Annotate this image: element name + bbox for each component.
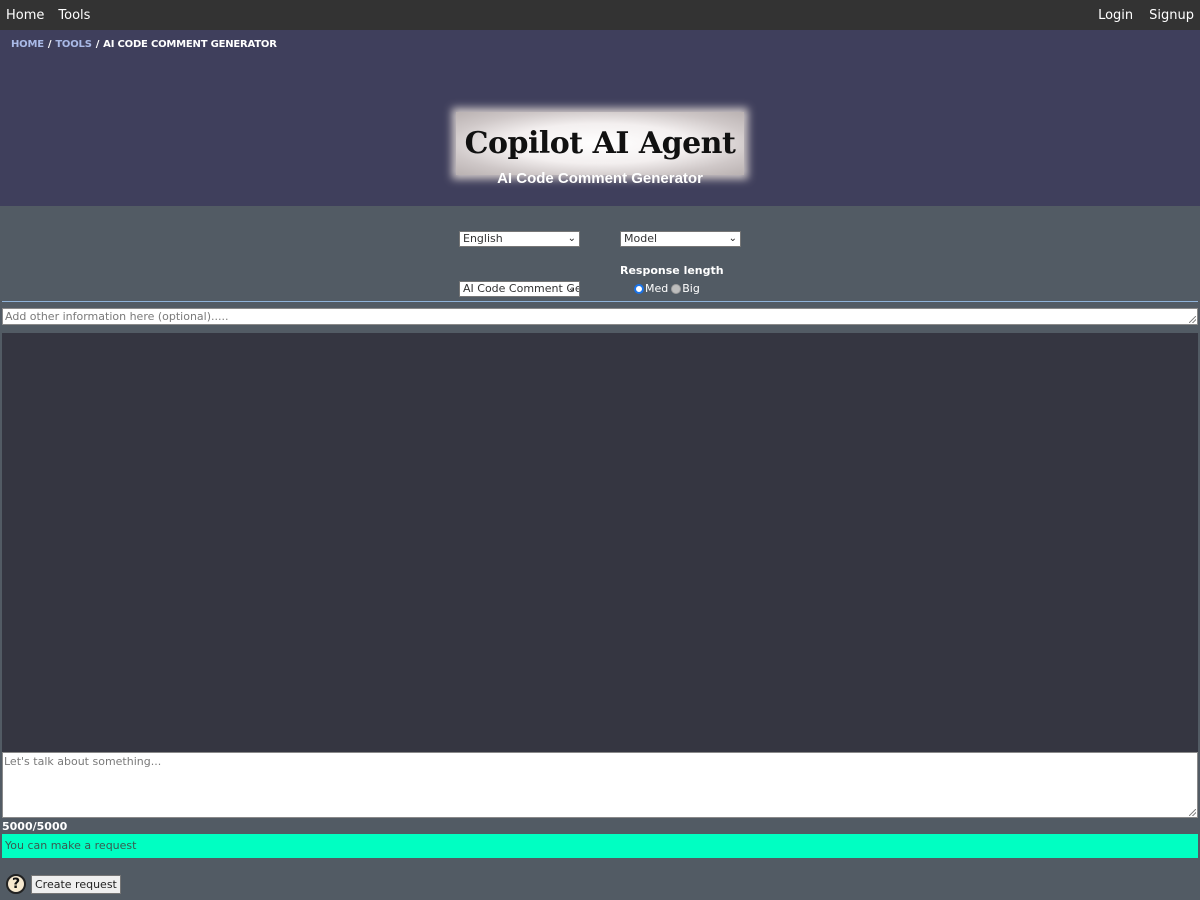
model-select[interactable]: Model ⌄: [620, 231, 741, 247]
nav-tools-link[interactable]: Tools: [58, 8, 90, 23]
response-length-label: Response length: [620, 264, 724, 277]
nav-right: Login Signup: [1082, 8, 1194, 23]
divider: [2, 301, 1198, 302]
radio-med[interactable]: [634, 283, 644, 294]
resize-grip-icon[interactable]: [1189, 809, 1196, 816]
page-title: AI Code Comment Generator: [497, 170, 703, 187]
radio-big-label: Big: [682, 282, 700, 295]
breadcrumb-home[interactable]: HOME: [11, 39, 44, 50]
chat-input-placeholder: Let's talk about something...: [4, 755, 162, 768]
nav-login-link[interactable]: Login: [1098, 8, 1133, 23]
help-icon[interactable]: ?: [6, 874, 26, 894]
logo-text: Copilot AI Agent: [464, 126, 736, 161]
create-request-button[interactable]: Create request: [31, 875, 121, 894]
additional-info-placeholder: Add other information here (optional)...…: [5, 310, 229, 323]
nav-home-link[interactable]: Home: [6, 8, 44, 23]
tool-select-value: AI Code Comment Ge: [463, 282, 580, 295]
breadcrumb-separator: /: [47, 39, 52, 50]
language-select-value: English: [463, 232, 503, 245]
chevron-down-icon: ⌄: [567, 283, 576, 294]
model-select-value: Model: [624, 232, 658, 245]
logo: Copilot AI Agent: [456, 112, 744, 175]
chat-input[interactable]: Let's talk about something...: [2, 752, 1198, 818]
radio-big[interactable]: [671, 283, 682, 294]
breadcrumb-separator: /: [95, 39, 100, 50]
character-counter: 5000/5000: [2, 820, 68, 833]
tool-select[interactable]: AI Code Comment Ge ⌄: [459, 281, 580, 297]
breadcrumb-current: AI CODE COMMENT GENERATOR: [103, 39, 277, 50]
response-output: [2, 333, 1198, 753]
nav-left: Home Tools: [6, 8, 104, 23]
breadcrumb: HOME / TOOLS / AI CODE COMMENT GENERATOR: [11, 39, 277, 50]
chevron-down-icon: ⌄: [728, 233, 737, 244]
language-select[interactable]: English ⌄: [459, 231, 580, 247]
resize-grip-icon[interactable]: [1189, 316, 1196, 323]
response-length-options: Med Big: [634, 282, 700, 295]
breadcrumb-tools[interactable]: TOOLS: [55, 39, 92, 50]
top-navigation: Home Tools Login Signup: [0, 0, 1200, 30]
additional-info-input[interactable]: Add other information here (optional)...…: [2, 308, 1198, 325]
status-message: You can make a request: [2, 834, 1198, 858]
chevron-down-icon: ⌄: [567, 233, 576, 244]
radio-med-label: Med: [645, 282, 669, 295]
nav-signup-link[interactable]: Signup: [1149, 8, 1194, 23]
controls-area: English ⌄ Model ⌄ AI Code Comment Ge ⌄ R…: [0, 206, 1200, 302]
